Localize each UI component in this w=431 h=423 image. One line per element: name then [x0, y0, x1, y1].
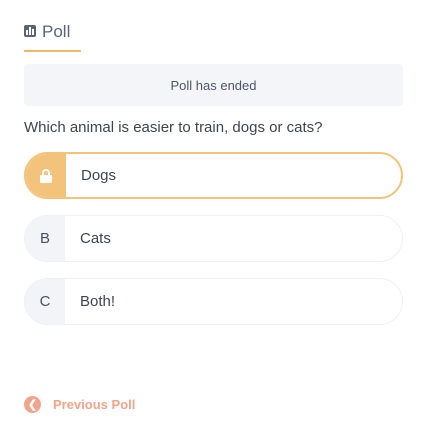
- previous-poll-label: Previous Poll: [53, 397, 136, 412]
- poll-question: Which animal is easier to train, dogs or…: [24, 119, 323, 136]
- poll-option-b[interactable]: B Cats: [24, 215, 403, 262]
- option-a-label: Dogs: [81, 167, 117, 184]
- option-c-label: Both!: [80, 293, 116, 310]
- option-b-letter: B: [25, 216, 65, 261]
- poll-chart-icon: [24, 25, 36, 37]
- poll-status-text: Poll has ended: [170, 77, 257, 93]
- tab-poll[interactable]: Poll: [24, 16, 81, 52]
- option-c-letter: C: [25, 279, 65, 324]
- option-b-label: Cats: [80, 230, 111, 247]
- poll-option-a[interactable]: Dogs: [24, 152, 403, 199]
- lock-icon: [40, 168, 52, 183]
- tab-label: Poll: [42, 22, 71, 41]
- poll-status-banner: Poll has ended: [24, 64, 403, 106]
- poll-option-c[interactable]: C Both!: [24, 278, 403, 325]
- chevron-left-icon: ❮: [24, 396, 41, 413]
- previous-poll-link[interactable]: ❮ Previous Poll: [24, 396, 135, 413]
- option-a-lock-box: [26, 154, 66, 197]
